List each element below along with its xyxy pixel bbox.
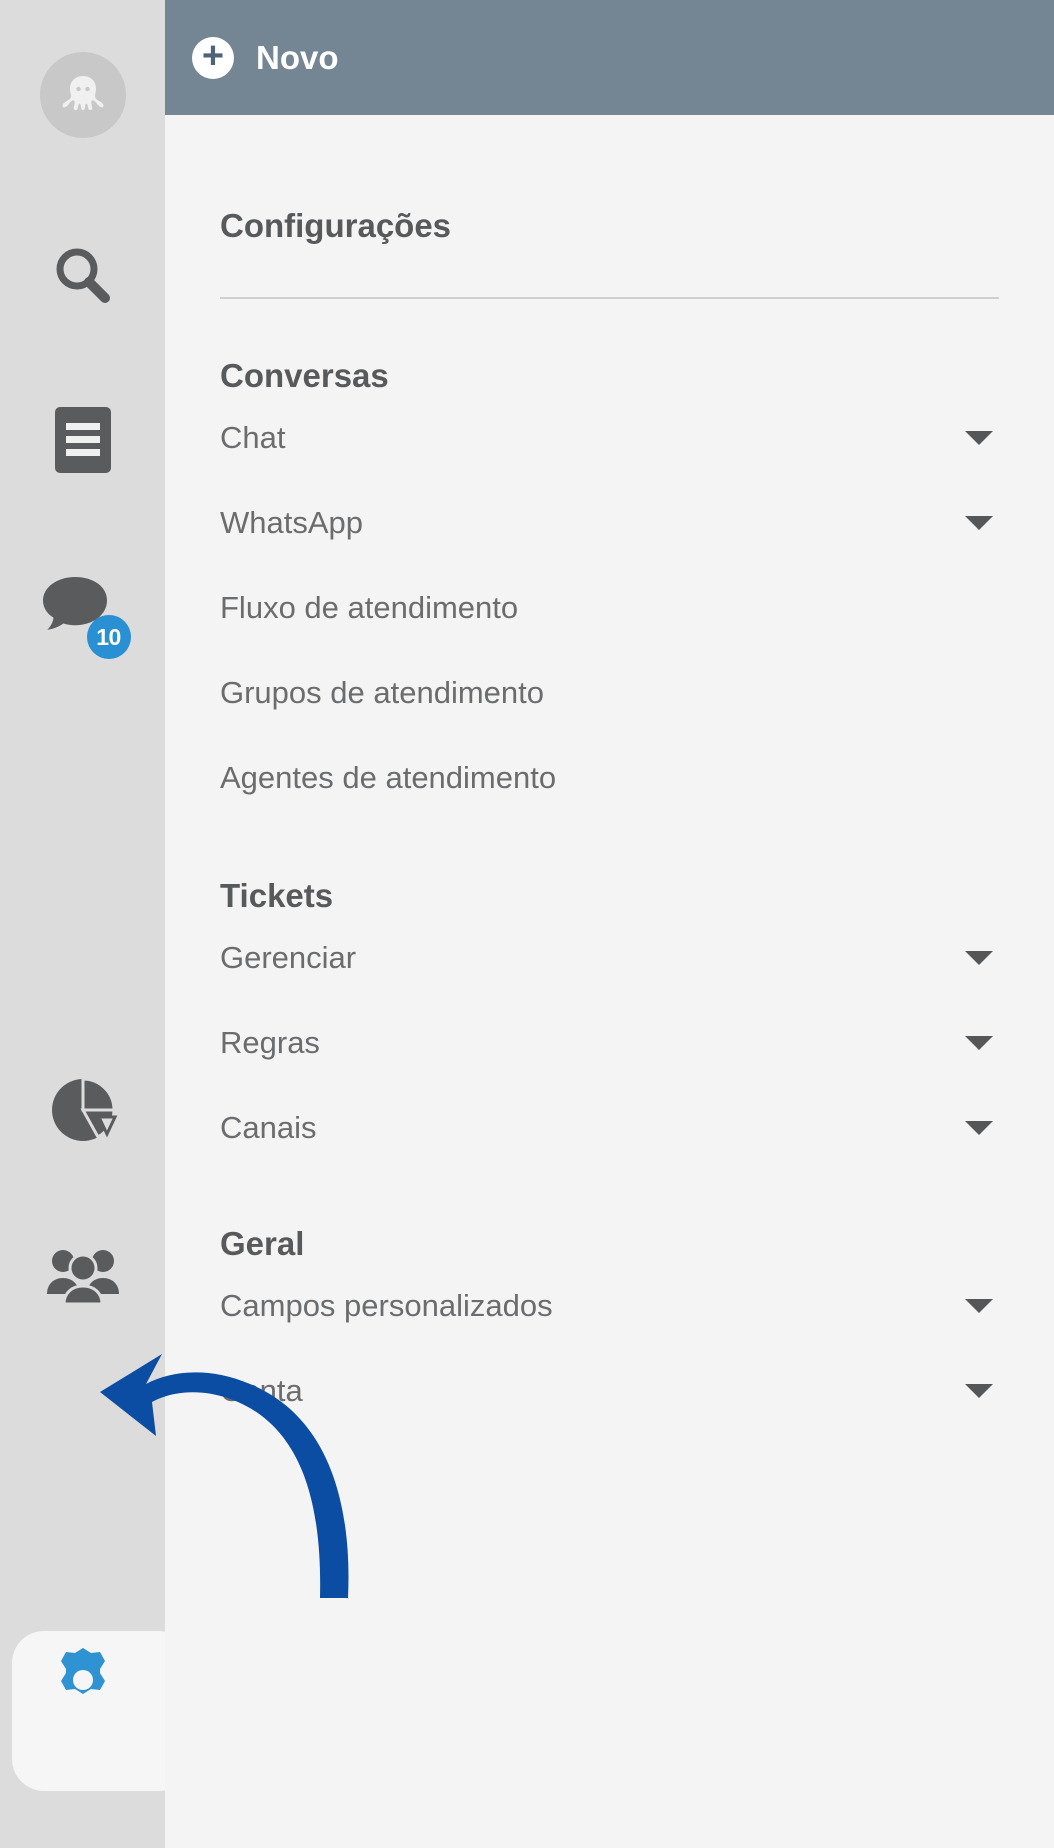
gear-icon	[60, 1648, 105, 1694]
sidebar-item-settings[interactable]	[0, 1625, 190, 1791]
chevron-down-icon[interactable]	[965, 950, 993, 965]
settings-menu-screen: 10 + Novo Configurações Conversas Chat W…	[0, 0, 1054, 1848]
section-conversas: Conversas Chat WhatsApp Fluxo de atendim…	[220, 357, 999, 820]
section-heading: Geral	[220, 1225, 305, 1262]
menu-item-canais[interactable]: Canais	[220, 1085, 999, 1170]
chevron-down-icon[interactable]	[965, 430, 993, 445]
people-group-icon	[46, 1250, 119, 1306]
menu-item-label: Agentes de atendimento	[220, 759, 557, 795]
section-tickets: Tickets Gerenciar Regras Canais	[220, 877, 999, 1170]
sidebar-item-reports[interactable]	[0, 1055, 165, 1165]
sidebar-item-search[interactable]	[0, 222, 165, 332]
sidebar-item-contacts[interactable]	[0, 1220, 165, 1330]
menu-item-label: Gerenciar	[220, 939, 357, 975]
page-title: Configurações	[220, 207, 452, 244]
menu-item-whatsapp[interactable]: WhatsApp	[220, 480, 999, 565]
chevron-down-icon[interactable]	[965, 1120, 993, 1135]
new-button-label[interactable]: Novo	[256, 39, 339, 77]
plus-circle-icon[interactable]: +	[192, 36, 234, 79]
section-heading: Tickets	[220, 877, 334, 914]
menu-item-grupos-de-atendimento[interactable]: Grupos de atendimento	[220, 650, 999, 735]
top-bar: + Novo	[165, 0, 1054, 115]
menu-item-gerenciar[interactable]: Gerenciar	[220, 915, 999, 1000]
menu-item-label: WhatsApp	[220, 504, 364, 540]
section-geral: Geral Campos personalizados Conta	[220, 1225, 999, 1433]
menu-item-campos-personalizados[interactable]: Campos personalizados	[220, 1263, 999, 1348]
menu-item-label: Grupos de atendimento	[220, 674, 544, 710]
settings-menu: Configurações Conversas Chat WhatsApp Fl…	[165, 115, 1054, 1433]
sidebar-item-conversations[interactable]: 10	[0, 557, 165, 667]
chevron-down-icon[interactable]	[965, 1298, 993, 1313]
chat-bubble-icon	[42, 577, 107, 630]
menu-item-conta[interactable]: Conta	[220, 1348, 999, 1433]
menu-item-label: Campos personalizados	[220, 1287, 553, 1323]
menu-item-regras[interactable]: Regras	[220, 1000, 999, 1085]
chevron-down-icon[interactable]	[965, 1035, 993, 1050]
menu-item-label: Canais	[220, 1109, 317, 1145]
menu-item-label: Fluxo de atendimento	[220, 589, 519, 625]
sidebar-item-documents[interactable]	[0, 385, 165, 495]
search-icon	[56, 248, 110, 303]
menu-item-chat[interactable]: Chat	[220, 395, 999, 480]
title-divider	[220, 297, 999, 299]
chevron-down-icon[interactable]	[965, 1383, 993, 1398]
menu-item-label: Conta	[220, 1372, 303, 1408]
icon-rail-sidebar: 10	[0, 0, 190, 1848]
menu-item-agentes-de-atendimento[interactable]: Agentes de atendimento	[220, 735, 999, 820]
settings-panel: + Novo Configurações Conversas Chat What…	[165, 0, 1054, 1848]
list-document-icon	[54, 407, 111, 473]
pie-chart-icon	[51, 1077, 117, 1141]
octopus-avatar-icon	[39, 52, 126, 138]
menu-item-fluxo-de-atendimento[interactable]: Fluxo de atendimento	[220, 565, 999, 650]
chevron-down-icon[interactable]	[965, 515, 993, 530]
section-heading: Conversas	[220, 357, 389, 394]
menu-item-label: Regras	[220, 1024, 320, 1060]
sidebar-item-user-avatar[interactable]	[0, 40, 165, 150]
menu-item-label: Chat	[220, 419, 286, 455]
